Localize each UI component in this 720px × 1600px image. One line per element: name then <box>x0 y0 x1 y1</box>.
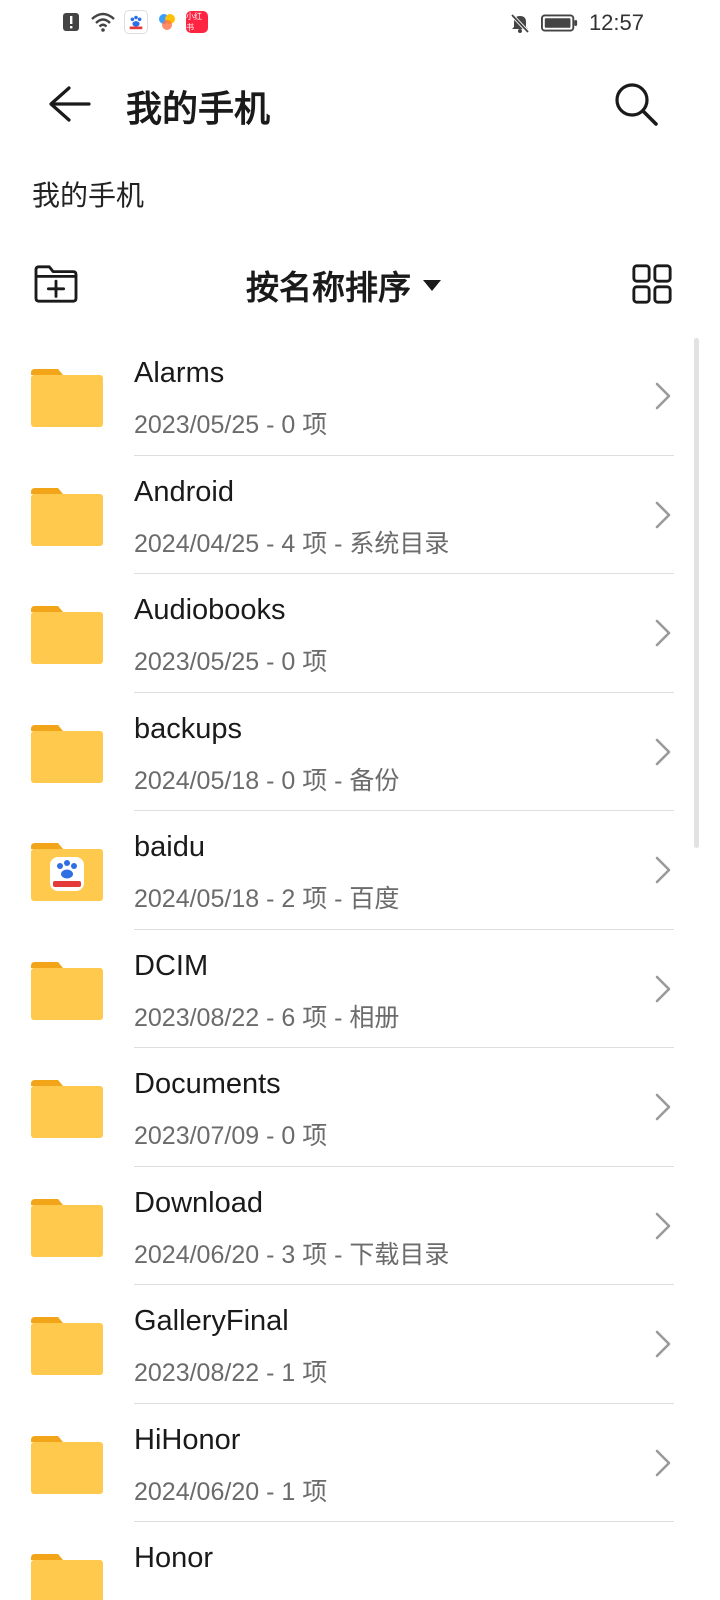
folder-icon <box>31 1198 103 1257</box>
chevron-right-icon <box>655 1330 671 1358</box>
chevron-right-icon <box>655 1212 671 1239</box>
chevron-right-icon <box>655 1449 671 1476</box>
chevron-right-icon <box>655 975 671 1002</box>
search-icon <box>615 83 658 126</box>
chevron-right-icon <box>655 738 671 765</box>
status-right-icons: 12:57 <box>509 10 644 36</box>
folder-icon <box>31 1554 103 1600</box>
folder-icon <box>31 487 103 546</box>
file-list: Alarms 2023/05/25 - 0 项 Android 2024/04/… <box>0 337 720 1600</box>
chevron-right-icon <box>655 382 671 410</box>
status-left-icons: 小红书 <box>60 10 208 34</box>
status-bar: 小红书 12:57 <box>0 0 720 48</box>
baidu-app-icon <box>124 10 148 34</box>
alert-icon <box>63 13 79 31</box>
folder-meta: 2024/05/18 - 2 项 - 百度 <box>134 885 400 913</box>
folder-meta: 2023/08/22 - 6 项 - 相册 <box>134 1003 400 1032</box>
folder-icon <box>31 1317 103 1375</box>
grid-view-button[interactable] <box>624 256 680 312</box>
folder-meta: 2024/06/20 - 1 项 <box>134 1477 328 1506</box>
folder-icon <box>31 1435 103 1494</box>
folder-name: Honor <box>134 1542 213 1574</box>
breadcrumb[interactable]: 我的手机 <box>32 174 144 214</box>
folder-row-download[interactable]: Download 2024/06/20 - 3 项 - 下载目录 <box>0 1167 720 1285</box>
folder-row-hihonor[interactable]: HiHonor 2024/06/20 - 1 项 <box>0 1404 720 1522</box>
new-folder-icon <box>34 265 78 303</box>
new-folder-button[interactable] <box>28 256 84 312</box>
folder-name: Download <box>134 1186 263 1219</box>
folder-meta: 2023/07/09 - 0 项 <box>134 1122 328 1150</box>
scrollbar[interactable] <box>694 338 699 848</box>
sort-dropdown[interactable]: 按名称排序 <box>246 258 441 312</box>
bell-muted-icon <box>510 13 530 34</box>
app-badge-text: 小红书 <box>186 12 202 32</box>
arrow-left-icon <box>49 86 91 122</box>
folder-row-audiobooks[interactable]: Audiobooks 2023/05/25 - 0 项 <box>0 574 720 693</box>
folder-row-dcim[interactable]: DCIM 2023/08/22 - 6 项 - 相册 <box>0 930 720 1048</box>
pinwheel-app-icon <box>159 14 175 30</box>
folder-row-honor[interactable]: Honor <box>0 1522 720 1600</box>
title-bar: 我的手机 <box>0 62 720 146</box>
folder-meta: 2024/04/25 - 4 项 - 系统目录 <box>134 529 450 558</box>
folder-meta: 2024/05/18 - 0 项 - 备份 <box>134 766 400 795</box>
folder-icon <box>31 369 103 427</box>
sort-label: 按名称排序 <box>246 268 411 307</box>
folder-meta: 2023/08/22 - 1 项 <box>134 1359 328 1387</box>
folder-name: Android <box>134 475 234 508</box>
folder-icon <box>31 961 103 1020</box>
chevron-right-icon <box>655 856 671 884</box>
grid-view-icon <box>632 264 672 304</box>
toolbar: 按名称排序 <box>0 250 720 320</box>
caret-down-icon <box>423 279 441 291</box>
folder-row-baidu[interactable]: baidu 2024/05/18 - 2 项 - 百度 <box>0 811 720 930</box>
chevron-right-icon <box>655 501 671 528</box>
folder-name: Audiobooks <box>134 594 286 626</box>
folder-name: backups <box>134 712 243 745</box>
search-button[interactable] <box>606 74 666 134</box>
folder-row-documents[interactable]: Documents 2023/07/09 - 0 项 <box>0 1048 720 1167</box>
chevron-right-icon <box>655 1093 671 1121</box>
back-button[interactable] <box>40 74 100 134</box>
folder-name: Alarms <box>134 357 225 389</box>
page-title: 我的手机 <box>126 89 271 130</box>
folder-row-android[interactable]: Android 2024/04/25 - 4 项 - 系统目录 <box>0 456 720 574</box>
folder-row-galleryfinal[interactable]: GalleryFinal 2023/08/22 - 1 项 <box>0 1285 720 1404</box>
battery-icon <box>540 14 578 32</box>
folder-row-backups[interactable]: backups 2024/05/18 - 0 项 - 备份 <box>0 693 720 811</box>
folder-name: GalleryFinal <box>134 1305 289 1337</box>
folder-icon <box>31 724 103 783</box>
status-time: 12:57 <box>588 10 644 35</box>
baidu-folder-icon <box>31 843 103 901</box>
folder-row-alarms[interactable]: Alarms 2023/05/25 - 0 项 <box>0 337 720 456</box>
app-badge-icon: 小红书 <box>186 11 208 33</box>
folder-meta: 2023/05/25 - 0 项 <box>134 648 328 676</box>
folder-name: baidu <box>134 831 205 863</box>
folder-meta: 2024/06/20 - 3 项 - 下载目录 <box>134 1240 450 1269</box>
folder-icon <box>31 1080 103 1138</box>
folder-name: Documents <box>134 1068 281 1100</box>
wifi-icon <box>91 12 115 32</box>
chevron-right-icon <box>655 619 671 647</box>
folder-icon <box>31 606 103 664</box>
folder-name: DCIM <box>134 949 209 982</box>
folder-name: HiHonor <box>134 1423 241 1456</box>
folder-meta: 2023/05/25 - 0 项 <box>134 411 328 439</box>
